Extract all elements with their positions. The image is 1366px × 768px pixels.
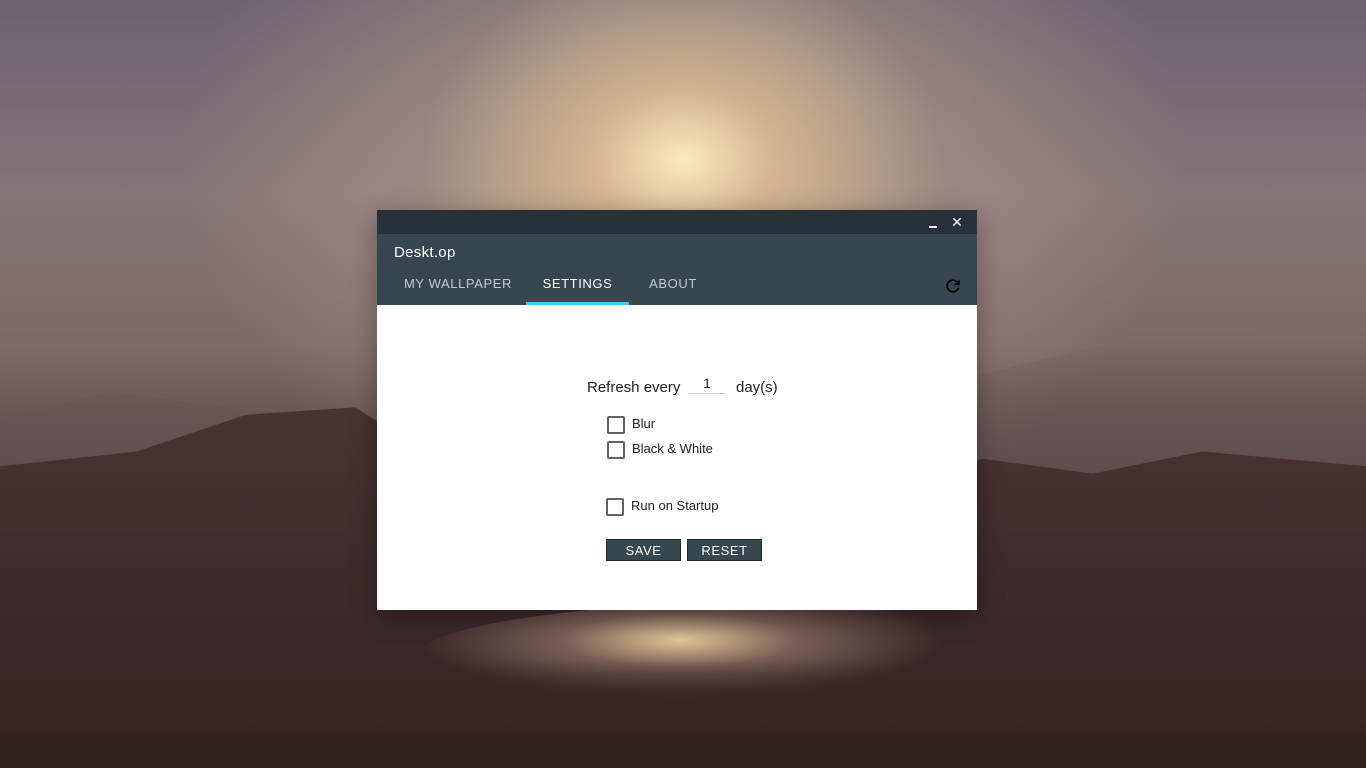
app-header: Deskt.op MY WALLPAPER SETTINGS ABOUT — [377, 234, 977, 305]
tab-about[interactable]: ABOUT — [639, 276, 707, 305]
tab-settings[interactable]: SETTINGS — [526, 276, 629, 305]
close-button[interactable]: ✕ — [947, 212, 967, 232]
refresh-icon — [946, 279, 960, 293]
refresh-unit-label: day(s) — [736, 379, 778, 396]
minimize-icon — [929, 226, 937, 228]
refresh-interval-input[interactable] — [688, 373, 726, 394]
shoreline — [0, 660, 1366, 768]
app-window: ✕ Deskt.op MY WALLPAPER SETTINGS ABOUT R… — [377, 210, 977, 610]
close-icon: ✕ — [951, 214, 963, 230]
black-white-checkbox[interactable] — [607, 441, 625, 459]
settings-panel: Refresh every day(s) Blur Black & White … — [377, 305, 977, 610]
tab-label: MY WALLPAPER — [403, 276, 513, 291]
window-titlebar[interactable]: ✕ — [377, 210, 977, 234]
save-button[interactable]: SAVE — [606, 539, 681, 561]
app-title: Deskt.op — [394, 244, 456, 261]
blur-label: Blur — [632, 416, 656, 431]
tab-label: SETTINGS — [542, 276, 613, 291]
run-on-startup-checkbox[interactable] — [606, 498, 624, 516]
tab-my-wallpaper[interactable]: MY WALLPAPER — [393, 276, 523, 305]
blur-checkbox[interactable] — [607, 416, 625, 434]
refresh-button[interactable] — [943, 276, 963, 296]
reset-button[interactable]: RESET — [687, 539, 762, 561]
minimize-button[interactable] — [923, 212, 943, 232]
refresh-label: Refresh every — [587, 379, 681, 396]
tab-label: ABOUT — [649, 276, 697, 291]
black-white-label: Black & White — [632, 441, 713, 456]
run-on-startup-label: Run on Startup — [631, 498, 719, 513]
